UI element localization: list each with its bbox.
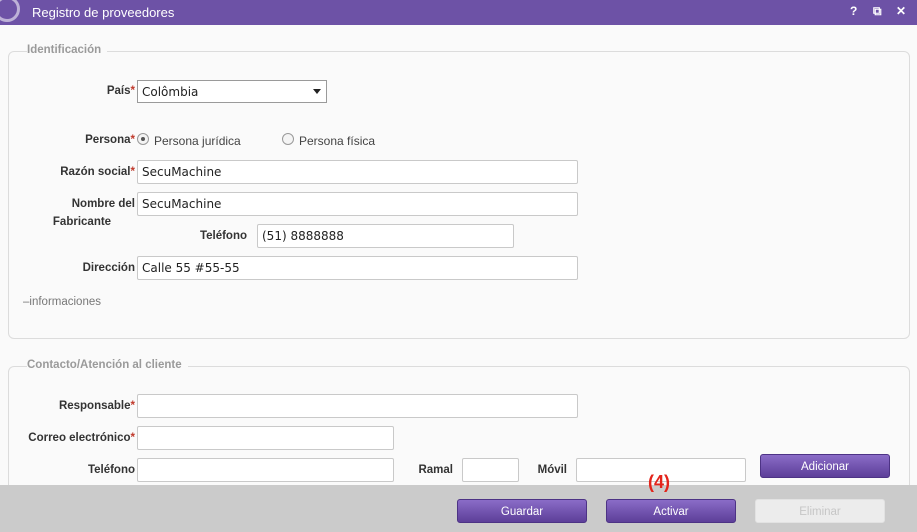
- telefono-input[interactable]: (51) 8888888: [257, 224, 514, 248]
- eliminar-button: Eliminar: [755, 499, 885, 523]
- contacto-group: Contacto/Atención al cliente Responsable…: [8, 359, 910, 485]
- razon-social-input[interactable]: SecuMachine: [137, 160, 578, 184]
- window-title: Registro de proveedores: [32, 5, 175, 20]
- informaciones-label: informaciones: [29, 296, 101, 308]
- contacto-telefono-label: Teléfono: [87, 464, 135, 476]
- correo-label: Correo electrónico*: [28, 432, 135, 444]
- razon-social-label: Razón social*: [60, 166, 135, 178]
- form-content: Identificación País* Colômbia Persona* P…: [0, 25, 917, 485]
- contacto-legend: Contacto/Atención al cliente: [27, 359, 188, 371]
- ramal-input[interactable]: [462, 458, 519, 482]
- adicionar-button[interactable]: Adicionar: [760, 454, 890, 478]
- responsable-input[interactable]: [137, 394, 578, 418]
- app-logo-icon: [0, 0, 20, 22]
- identificacion-legend: Identificación: [27, 44, 108, 56]
- direccion-label: Dirección: [82, 262, 135, 274]
- movil-label: Móvil: [537, 464, 567, 476]
- nombre-fabricante-label-2: Fabricante: [52, 216, 112, 228]
- persona-fisica-radio[interactable]: [282, 133, 294, 145]
- informaciones-toggle[interactable]: –informaciones: [23, 296, 101, 308]
- ramal-label: Ramal: [418, 464, 453, 476]
- persona-label: Persona*: [85, 134, 135, 146]
- activar-button[interactable]: Activar: [606, 499, 736, 523]
- nombre-fabricante-input[interactable]: SecuMachine: [137, 192, 578, 216]
- chevron-down-icon: [313, 89, 321, 94]
- persona-juridica-radio[interactable]: [137, 133, 149, 145]
- guardar-button[interactable]: Guardar: [457, 499, 587, 523]
- identificacion-group: Identificación País* Colômbia Persona* P…: [8, 44, 910, 339]
- correo-input[interactable]: [137, 426, 394, 450]
- window-titlebar: Registro de proveedores ? ⧉ ✕: [0, 0, 917, 25]
- persona-juridica-label: Persona jurídica: [154, 134, 241, 148]
- direccion-input[interactable]: Calle 55 #55-55: [137, 256, 578, 280]
- step-marker: (4): [648, 472, 670, 492]
- pais-select[interactable]: Colômbia: [137, 80, 327, 103]
- maximize-icon[interactable]: ⧉: [873, 4, 882, 19]
- footer-bar: Guardar Activar Eliminar: [0, 485, 917, 532]
- help-icon[interactable]: ?: [850, 4, 857, 18]
- telefono-label: Teléfono: [199, 230, 247, 242]
- close-icon[interactable]: ✕: [896, 4, 906, 18]
- contacto-telefono-input[interactable]: [137, 458, 394, 482]
- pais-value: Colômbia: [142, 85, 199, 99]
- persona-fisica-label: Persona física: [299, 134, 376, 148]
- pais-label: País*: [106, 85, 135, 97]
- nombre-fabricante-label-1: Nombre del: [71, 198, 135, 210]
- responsable-label: Responsable*: [58, 400, 135, 412]
